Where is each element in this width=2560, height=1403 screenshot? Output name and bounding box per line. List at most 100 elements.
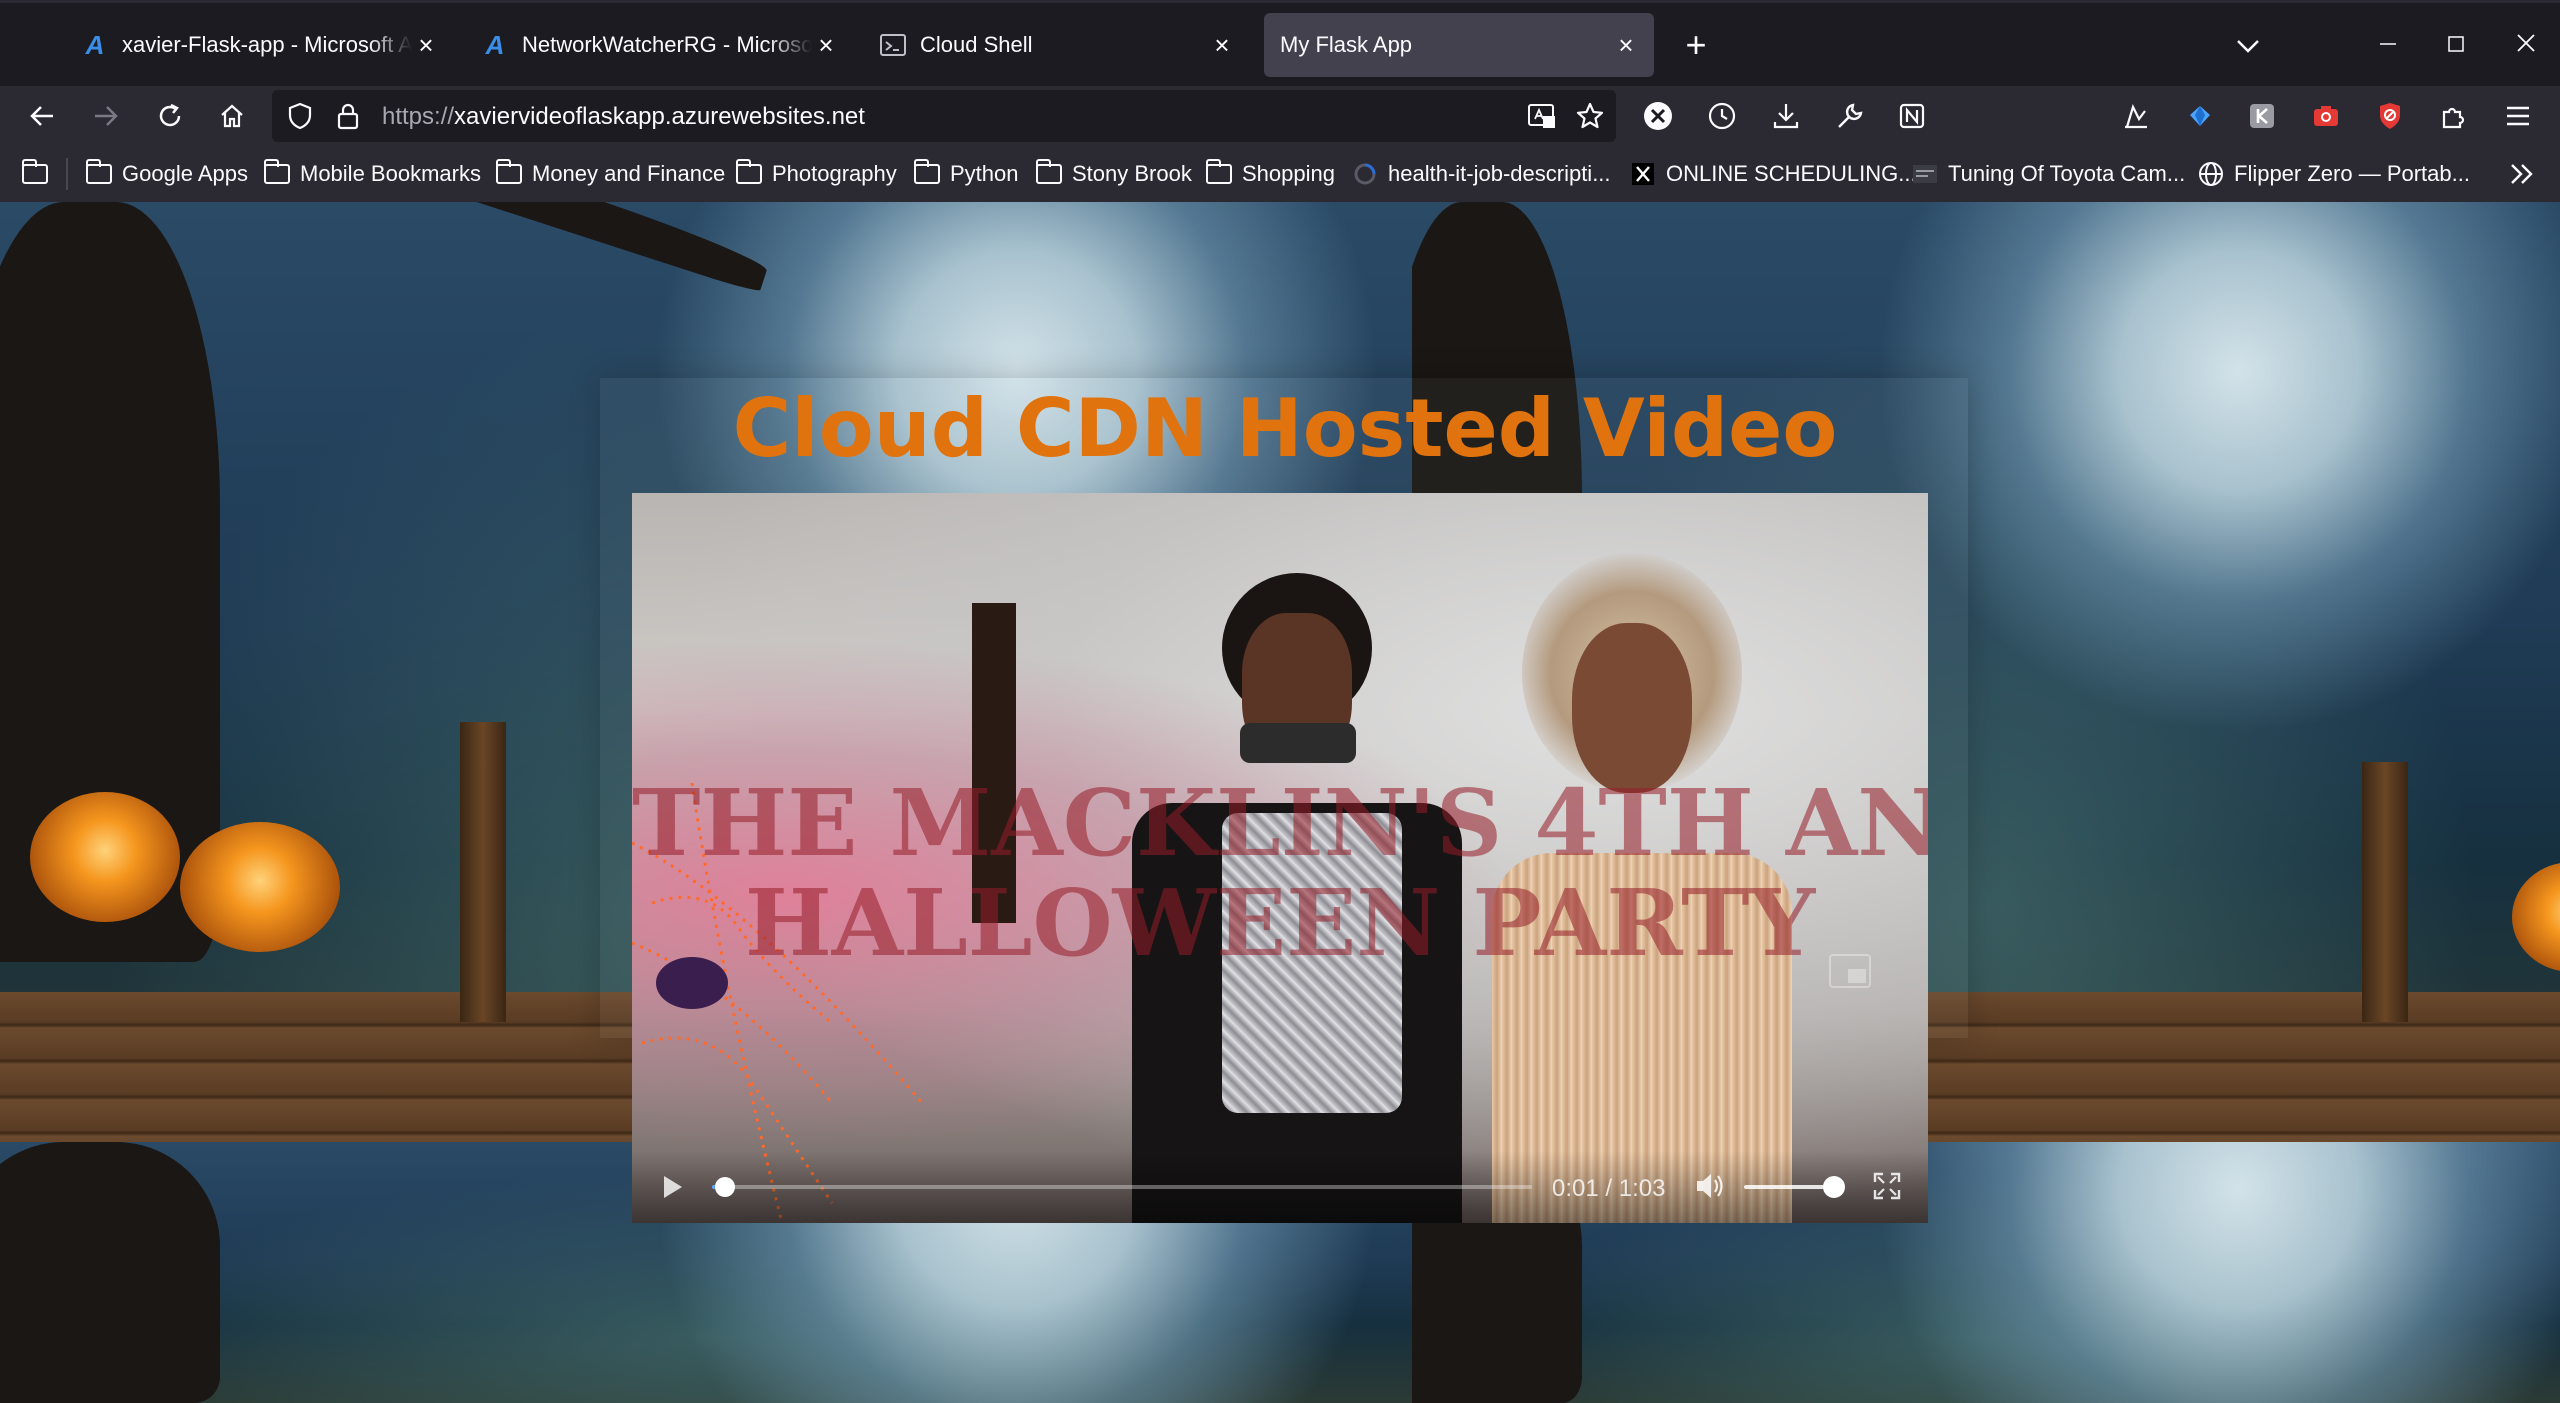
folder-icon [494, 159, 524, 187]
bookmark-label: health-it-job-descripti... [1388, 161, 1611, 186]
video-player[interactable]: THE MACKLIN'S 4TH ANNUAL HALLOWEEN PARTY… [632, 493, 1928, 1223]
bookmark-label: Stony Brook [1072, 161, 1192, 186]
reload-icon[interactable] [150, 96, 190, 136]
translate-page-icon[interactable] [1522, 96, 1562, 136]
bookmark-label: Money and Finance [532, 161, 726, 186]
history-icon[interactable] [1702, 96, 1742, 136]
lock-icon[interactable] [328, 96, 368, 136]
navigation-toolbar: https://xaviervideoflaskapp.azurewebsite… [0, 86, 2560, 146]
bookmark-flipper-zero[interactable]: Flipper Zero — Portab... [2196, 158, 2470, 190]
watermark-line1: THE MACKLIN'S 4TH ANNUAL [632, 769, 1928, 877]
bookmark-health-it-job[interactable]: health-it-job-descripti... [1350, 158, 1611, 190]
tab-networkwatcherrg[interactable]: A NetworkWatcherRG - Microsoft Azure × [482, 13, 854, 77]
maximize-button[interactable] [2436, 25, 2476, 65]
tab-my-flask-app[interactable]: My Flask App × [1264, 13, 1654, 77]
wrench-icon[interactable] [1830, 96, 1870, 136]
tab-title: Cloud Shell [920, 32, 1033, 57]
camera-extension-icon[interactable] [2306, 96, 2346, 136]
x-icon [1628, 161, 1658, 187]
volume-slider-thumb[interactable] [1823, 1176, 1845, 1198]
time-display: 0:01 / 1:03 [1552, 1175, 1666, 1202]
browser-window: A xavier-Flask-app - Microsoft Azure × A… [0, 0, 2560, 1403]
diamond-extension-icon[interactable] [2180, 96, 2220, 136]
site-icon [1910, 161, 1940, 187]
picture-in-picture-icon[interactable] [1828, 953, 1872, 994]
globe-icon [2196, 161, 2226, 187]
notion-icon[interactable] [1892, 96, 1932, 136]
tracking-protection-shield-icon[interactable] [280, 96, 320, 136]
bookmarks-menu-button[interactable] [20, 158, 58, 190]
folder-icon [20, 159, 50, 187]
bookmark-label: ONLINE SCHEDULING... [1666, 161, 1917, 186]
toolbar-separator [66, 158, 68, 190]
tab-title: My Flask App [1280, 32, 1413, 57]
close-icon[interactable]: × [1208, 30, 1236, 60]
bookmark-label: Shopping [1242, 161, 1335, 186]
close-window-button[interactable] [2506, 25, 2546, 65]
page-content: Cloud CDN Hosted Video THE MACKLIN'S 4TH… [0, 202, 2560, 1403]
reader-extension-icon[interactable] [2116, 96, 2156, 136]
more-bookmarks-chevron-icon[interactable] [2508, 158, 2536, 190]
bookmark-label: Python [950, 161, 1019, 186]
tab-title: xavier-Flask-app - Microsoft Azure [122, 32, 412, 57]
folder-icon [912, 159, 942, 187]
downloads-icon[interactable] [1766, 96, 1806, 136]
page-title: Cloud CDN Hosted Video [732, 382, 1838, 475]
bookmark-label: Tuning Of Toyota Cam... [1948, 161, 2186, 186]
play-icon[interactable] [658, 1173, 686, 1206]
video-watermark: THE MACKLIN'S 4TH ANNUAL HALLOWEEN PARTY [632, 773, 1928, 973]
bookmark-shopping[interactable]: Shopping [1204, 158, 1335, 190]
forward-icon[interactable] [86, 96, 126, 136]
bookmark-mobile-bookmarks[interactable]: Mobile Bookmarks [262, 158, 481, 190]
bookmark-stony-brook[interactable]: Stony Brook [1034, 158, 1192, 190]
url-host: xaviervideoflaskapp.azurewebsites.net [454, 103, 865, 130]
bookmark-label: Flipper Zero — Portab... [2234, 161, 2470, 186]
site-icon [1350, 161, 1380, 187]
bookmark-google-apps[interactable]: Google Apps [84, 158, 248, 190]
k-extension-icon[interactable] [2242, 96, 2282, 136]
bookmarks-toolbar: Google Apps Mobile Bookmarks Money and F… [0, 146, 2560, 202]
url-protocol: https:// [382, 103, 455, 130]
fullscreen-icon[interactable] [1872, 1171, 1902, 1206]
terminal-icon [880, 32, 906, 58]
bookmark-label: Google Apps [122, 161, 248, 186]
list-all-tabs-icon[interactable] [2228, 25, 2268, 65]
address-bar[interactable]: https://xaviervideoflaskapp.azurewebsite… [272, 90, 1616, 142]
tab-cloud-shell[interactable]: Cloud Shell × [880, 13, 1250, 77]
bookmark-tuning-toyota[interactable]: Tuning Of Toyota Cam... [1910, 158, 2185, 190]
new-tab-button[interactable]: + [1676, 25, 1716, 65]
folder-icon [84, 159, 114, 187]
bookmark-label: Mobile Bookmarks [300, 161, 481, 186]
home-icon[interactable] [212, 96, 252, 136]
close-icon[interactable]: × [812, 30, 840, 60]
menu-hamburger-icon[interactable] [2498, 96, 2538, 136]
x-extension-icon[interactable] [1638, 96, 1678, 136]
bookmark-label: Photography [772, 161, 897, 186]
watermark-line2: HALLOWEEN PARTY [744, 869, 1816, 977]
bookmark-online-scheduling[interactable]: ONLINE SCHEDULING... [1628, 158, 1917, 190]
azure-icon: A [485, 29, 505, 60]
extensions-puzzle-icon[interactable] [2434, 96, 2474, 136]
bookmark-photography[interactable]: Photography [734, 158, 897, 190]
seek-bar[interactable] [712, 1177, 1532, 1197]
volume-icon[interactable] [1694, 1171, 1726, 1206]
tab-xavier-flask-app[interactable]: A xavier-Flask-app - Microsoft Azure × [82, 13, 454, 77]
bookmark-star-icon[interactable] [1570, 96, 1610, 136]
blocker-extension-icon[interactable] [2370, 96, 2410, 136]
folder-icon [1204, 159, 1234, 187]
volume-slider[interactable] [1744, 1176, 1845, 1198]
tab-strip: A xavier-Flask-app - Microsoft Azure × A… [0, 0, 2560, 86]
bookmark-python[interactable]: Python [912, 158, 1019, 190]
close-icon[interactable]: × [1612, 30, 1640, 60]
video-controls: 0:01 / 1:03 [632, 1151, 1928, 1223]
azure-icon: A [85, 29, 105, 60]
bookmark-money-and-finance[interactable]: Money and Finance [494, 158, 725, 190]
url-text[interactable]: https://xaviervideoflaskapp.azurewebsite… [382, 103, 865, 131]
close-icon[interactable]: × [412, 30, 440, 60]
minimize-button[interactable] [2368, 25, 2408, 65]
back-icon[interactable] [22, 96, 62, 136]
seek-bar-thumb[interactable] [715, 1177, 736, 1197]
folder-icon [1034, 159, 1064, 187]
folder-icon [734, 159, 764, 187]
folder-icon [262, 159, 292, 187]
